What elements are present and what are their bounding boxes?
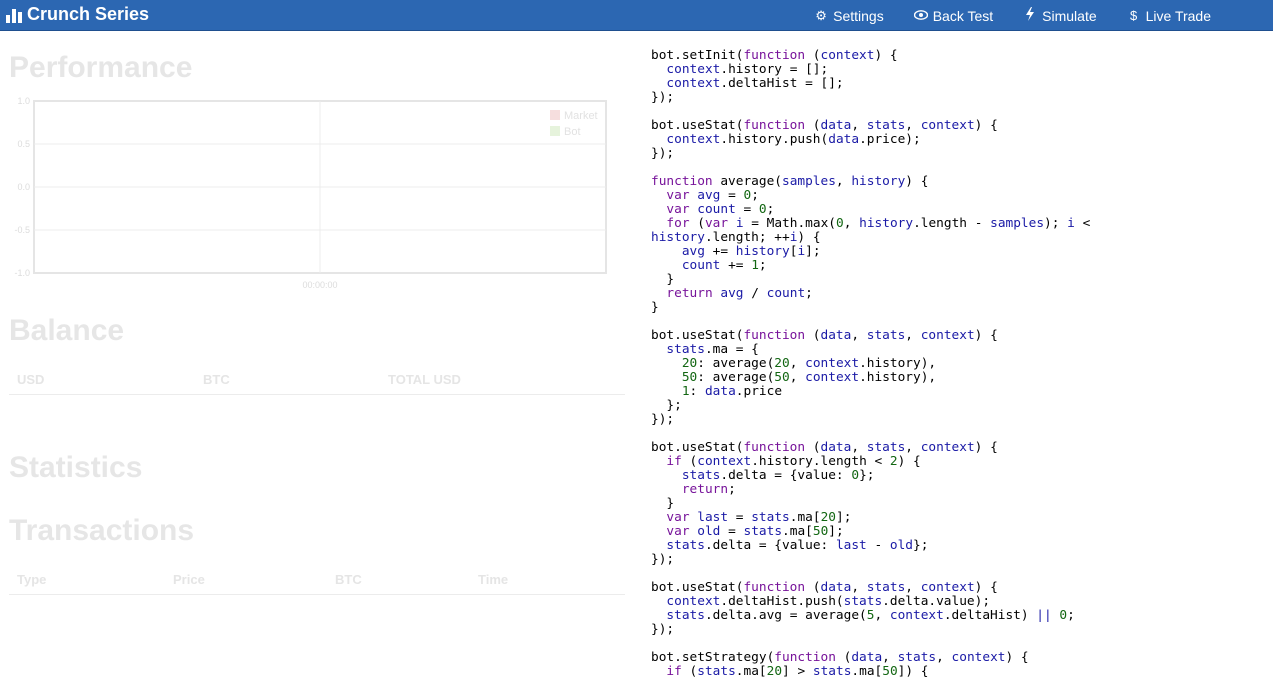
- transactions-col-btc: BTC: [335, 572, 362, 587]
- balance-col-total-usd: TOTAL USD: [388, 372, 461, 387]
- nav-menu: ⚙ Settings Back Test Simulate $ Live Tra…: [814, 7, 1211, 24]
- y-tick-label: -1.0: [14, 268, 30, 278]
- y-tick-label: -0.5: [14, 225, 30, 235]
- statistics-heading: Statistics: [9, 451, 143, 484]
- transactions-col-type: Type: [17, 572, 47, 587]
- balance-col-btc: BTC: [203, 372, 230, 387]
- nav-simulate-button[interactable]: Simulate: [1023, 7, 1097, 24]
- y-tick-label: 1.0: [17, 96, 30, 106]
- x-tick-label: 00:00:00: [302, 280, 337, 290]
- top-navbar: Crunch Series ⚙ Settings Back Test Simul…: [0, 0, 1273, 31]
- legend-label: Bot: [564, 126, 581, 138]
- performance-chart: 1.0 0.5 0.0 -0.5 -1.0 00:00:00 Market Bot: [9, 96, 625, 299]
- balance-table-header: USD BTC TOTAL USD: [9, 364, 625, 395]
- legend-swatch: [550, 126, 560, 136]
- transactions-table-header: Type Price BTC Time: [9, 564, 625, 595]
- performance-chart-svg: 1.0 0.5 0.0 -0.5 -1.0 00:00:00 Market Bot: [14, 96, 607, 290]
- brand[interactable]: Crunch Series: [6, 4, 149, 25]
- transactions-heading: Transactions: [9, 514, 195, 547]
- bolt-icon: [1023, 7, 1037, 24]
- legend-label: Market: [564, 110, 598, 122]
- nav-back-test-button[interactable]: Back Test: [913, 7, 994, 24]
- performance-heading: Performance: [9, 51, 193, 84]
- legend-swatch: [550, 110, 560, 120]
- strategy-code-editor[interactable]: bot.setInit(function (context) { context…: [651, 49, 1090, 679]
- nav-back-test-label: Back Test: [932, 7, 994, 24]
- dollar-icon: $: [1130, 7, 1138, 23]
- nav-simulate-label: Simulate: [1042, 7, 1097, 24]
- nav-live-trade-label: Live Trade: [1145, 7, 1211, 24]
- y-tick-label: 0.0: [17, 182, 30, 192]
- nav-settings-label: Settings: [833, 7, 884, 24]
- balance-heading: Balance: [9, 314, 125, 347]
- transactions-col-time: Time: [478, 572, 509, 587]
- nav-settings-button[interactable]: ⚙ Settings: [814, 7, 884, 24]
- balance-col-usd: USD: [17, 372, 45, 387]
- transactions-col-price: Price: [173, 572, 205, 587]
- y-tick-label: 0.5: [17, 139, 30, 149]
- brand-label: Crunch Series: [27, 4, 150, 24]
- bar-chart-icon: [6, 7, 22, 23]
- nav-live-trade-button[interactable]: $ Live Trade: [1127, 7, 1211, 24]
- eye-icon: [913, 9, 928, 23]
- gear-icon: ⚙: [815, 7, 827, 23]
